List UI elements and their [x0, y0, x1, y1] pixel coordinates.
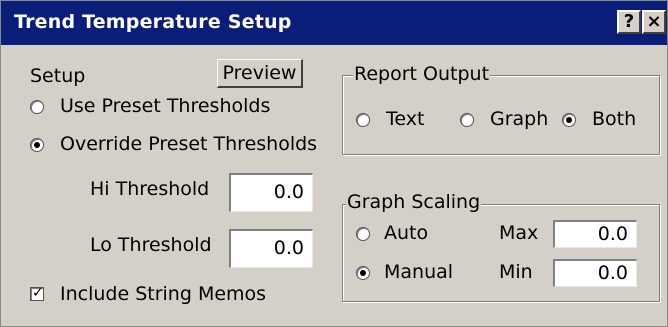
min-field[interactable]: 0.0: [553, 259, 637, 287]
preview-button[interactable]: Preview: [217, 59, 303, 88]
scaling-manual-label[interactable]: Manual: [384, 261, 453, 283]
check-icon: ✓: [32, 285, 44, 301]
setup-label: Setup: [30, 65, 86, 87]
setup-dialog: Trend Temperature Setup ? × Setup Previe…: [0, 0, 668, 327]
include-memos-label[interactable]: Include String Memos: [60, 283, 266, 305]
window-title: Trend Temperature Setup: [14, 11, 292, 33]
close-button[interactable]: ×: [642, 10, 666, 34]
hi-threshold-field[interactable]: 0.0: [229, 173, 313, 212]
output-both-radio[interactable]: [562, 113, 576, 127]
lo-threshold-field[interactable]: 0.0: [229, 229, 313, 268]
scaling-manual-radio[interactable]: [356, 266, 370, 280]
report-output-title: Report Output: [353, 63, 491, 85]
override-preset-label[interactable]: Override Preset Thresholds: [60, 133, 317, 155]
output-text-label[interactable]: Text: [386, 108, 424, 130]
output-both-label[interactable]: Both: [592, 108, 636, 130]
hi-threshold-label: Hi Threshold: [90, 178, 210, 200]
use-preset-label[interactable]: Use Preset Thresholds: [60, 95, 270, 117]
use-preset-radio[interactable]: [30, 100, 44, 114]
scaling-auto-radio[interactable]: [356, 227, 370, 241]
graph-scaling-group: [342, 204, 660, 302]
help-button[interactable]: ?: [617, 10, 641, 34]
output-graph-radio[interactable]: [460, 113, 474, 127]
output-graph-label[interactable]: Graph: [490, 108, 548, 130]
graph-scaling-title: Graph Scaling: [346, 191, 482, 213]
title-bar: Trend Temperature Setup ? ×: [1, 1, 667, 45]
max-field[interactable]: 0.0: [553, 220, 637, 248]
override-preset-radio[interactable]: [30, 138, 44, 152]
scaling-auto-label[interactable]: Auto: [384, 222, 428, 244]
output-text-radio[interactable]: [356, 113, 370, 127]
max-label: Max: [499, 222, 539, 244]
min-label: Min: [499, 261, 533, 283]
include-memos-checkbox[interactable]: ✓: [30, 285, 44, 301]
lo-threshold-label: Lo Threshold: [90, 234, 212, 256]
